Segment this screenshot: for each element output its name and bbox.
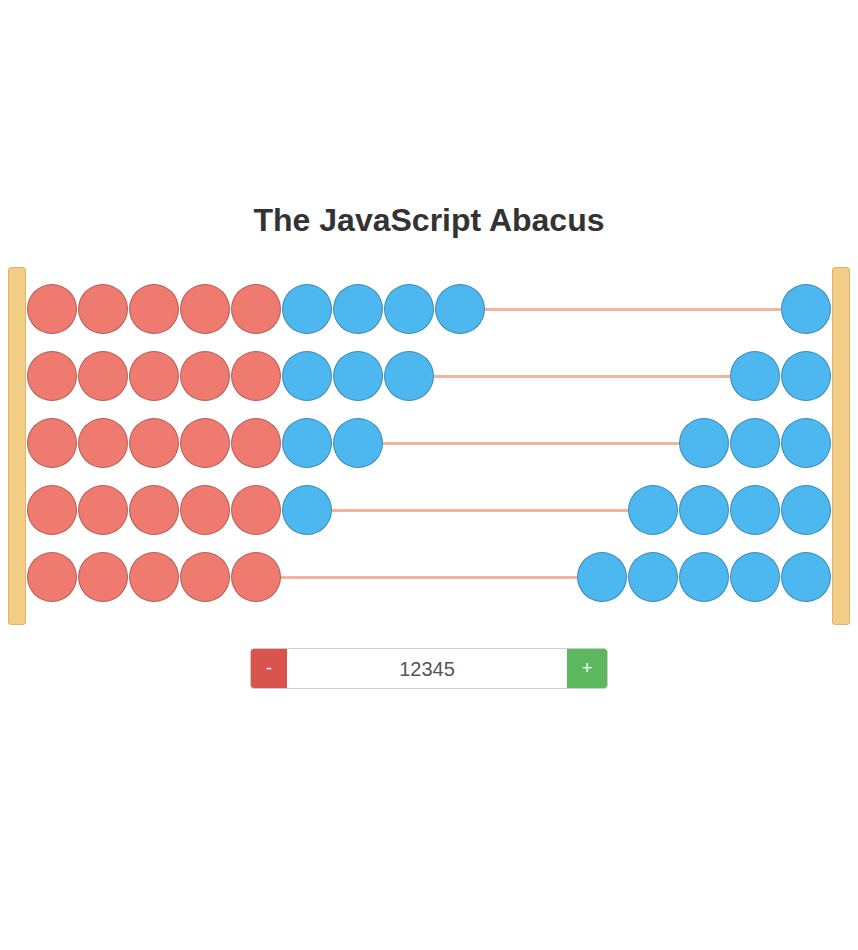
abacus <box>0 267 858 625</box>
bead[interactable] <box>781 552 831 602</box>
bead[interactable] <box>781 351 831 401</box>
bead[interactable] <box>180 418 230 468</box>
bead[interactable] <box>180 284 230 334</box>
bead[interactable] <box>282 418 332 468</box>
rod <box>485 308 781 311</box>
bead[interactable] <box>628 485 678 535</box>
bead[interactable] <box>78 351 128 401</box>
left-post <box>8 267 26 625</box>
rod <box>383 442 679 445</box>
right-beads <box>679 418 831 468</box>
bead[interactable] <box>333 418 383 468</box>
page: The JavaScript Abacus - + <box>0 0 858 950</box>
left-beads <box>27 284 485 334</box>
abacus-row <box>27 418 831 468</box>
bead[interactable] <box>27 418 77 468</box>
number-input[interactable] <box>287 649 567 688</box>
rod <box>434 375 730 378</box>
bead[interactable] <box>282 485 332 535</box>
bead[interactable] <box>78 552 128 602</box>
bead[interactable] <box>129 485 179 535</box>
right-beads <box>730 351 831 401</box>
bead[interactable] <box>27 351 77 401</box>
abacus-row <box>27 284 831 334</box>
increment-button[interactable]: + <box>567 649 607 688</box>
bead[interactable] <box>27 485 77 535</box>
left-beads <box>27 485 332 535</box>
bead[interactable] <box>78 485 128 535</box>
bead[interactable] <box>435 284 485 334</box>
bead[interactable] <box>781 418 831 468</box>
abacus-row <box>27 552 831 602</box>
bead[interactable] <box>231 485 281 535</box>
rod <box>332 509 628 512</box>
left-beads <box>27 418 383 468</box>
bead[interactable] <box>730 552 780 602</box>
number-control: - + <box>250 648 608 689</box>
bead[interactable] <box>333 351 383 401</box>
bead[interactable] <box>781 284 831 334</box>
bead[interactable] <box>27 552 77 602</box>
bead[interactable] <box>577 552 627 602</box>
right-beads <box>628 485 831 535</box>
left-beads <box>27 351 434 401</box>
left-beads <box>27 552 281 602</box>
bead[interactable] <box>384 351 434 401</box>
abacus-row <box>27 485 831 535</box>
right-beads <box>577 552 831 602</box>
bead[interactable] <box>730 485 780 535</box>
bead[interactable] <box>129 351 179 401</box>
bead[interactable] <box>384 284 434 334</box>
bead[interactable] <box>231 418 281 468</box>
bead[interactable] <box>679 552 729 602</box>
bead[interactable] <box>628 552 678 602</box>
right-post <box>832 267 850 625</box>
bead[interactable] <box>129 552 179 602</box>
bead[interactable] <box>282 351 332 401</box>
bead[interactable] <box>730 351 780 401</box>
page-title: The JavaScript Abacus <box>254 200 605 240</box>
bead[interactable] <box>78 418 128 468</box>
bead[interactable] <box>231 552 281 602</box>
abacus-row <box>27 351 831 401</box>
bead[interactable] <box>180 552 230 602</box>
bead[interactable] <box>679 485 729 535</box>
right-beads <box>781 284 831 334</box>
bead[interactable] <box>129 284 179 334</box>
abacus-rows <box>26 267 832 625</box>
bead[interactable] <box>27 284 77 334</box>
decrement-button[interactable]: - <box>251 649 287 688</box>
rod <box>281 576 577 579</box>
bead[interactable] <box>282 284 332 334</box>
bead[interactable] <box>333 284 383 334</box>
bead[interactable] <box>679 418 729 468</box>
bead[interactable] <box>231 351 281 401</box>
bead[interactable] <box>231 284 281 334</box>
bead[interactable] <box>78 284 128 334</box>
bead[interactable] <box>129 418 179 468</box>
bead[interactable] <box>730 418 780 468</box>
bead[interactable] <box>781 485 831 535</box>
bead[interactable] <box>180 351 230 401</box>
bead[interactable] <box>180 485 230 535</box>
